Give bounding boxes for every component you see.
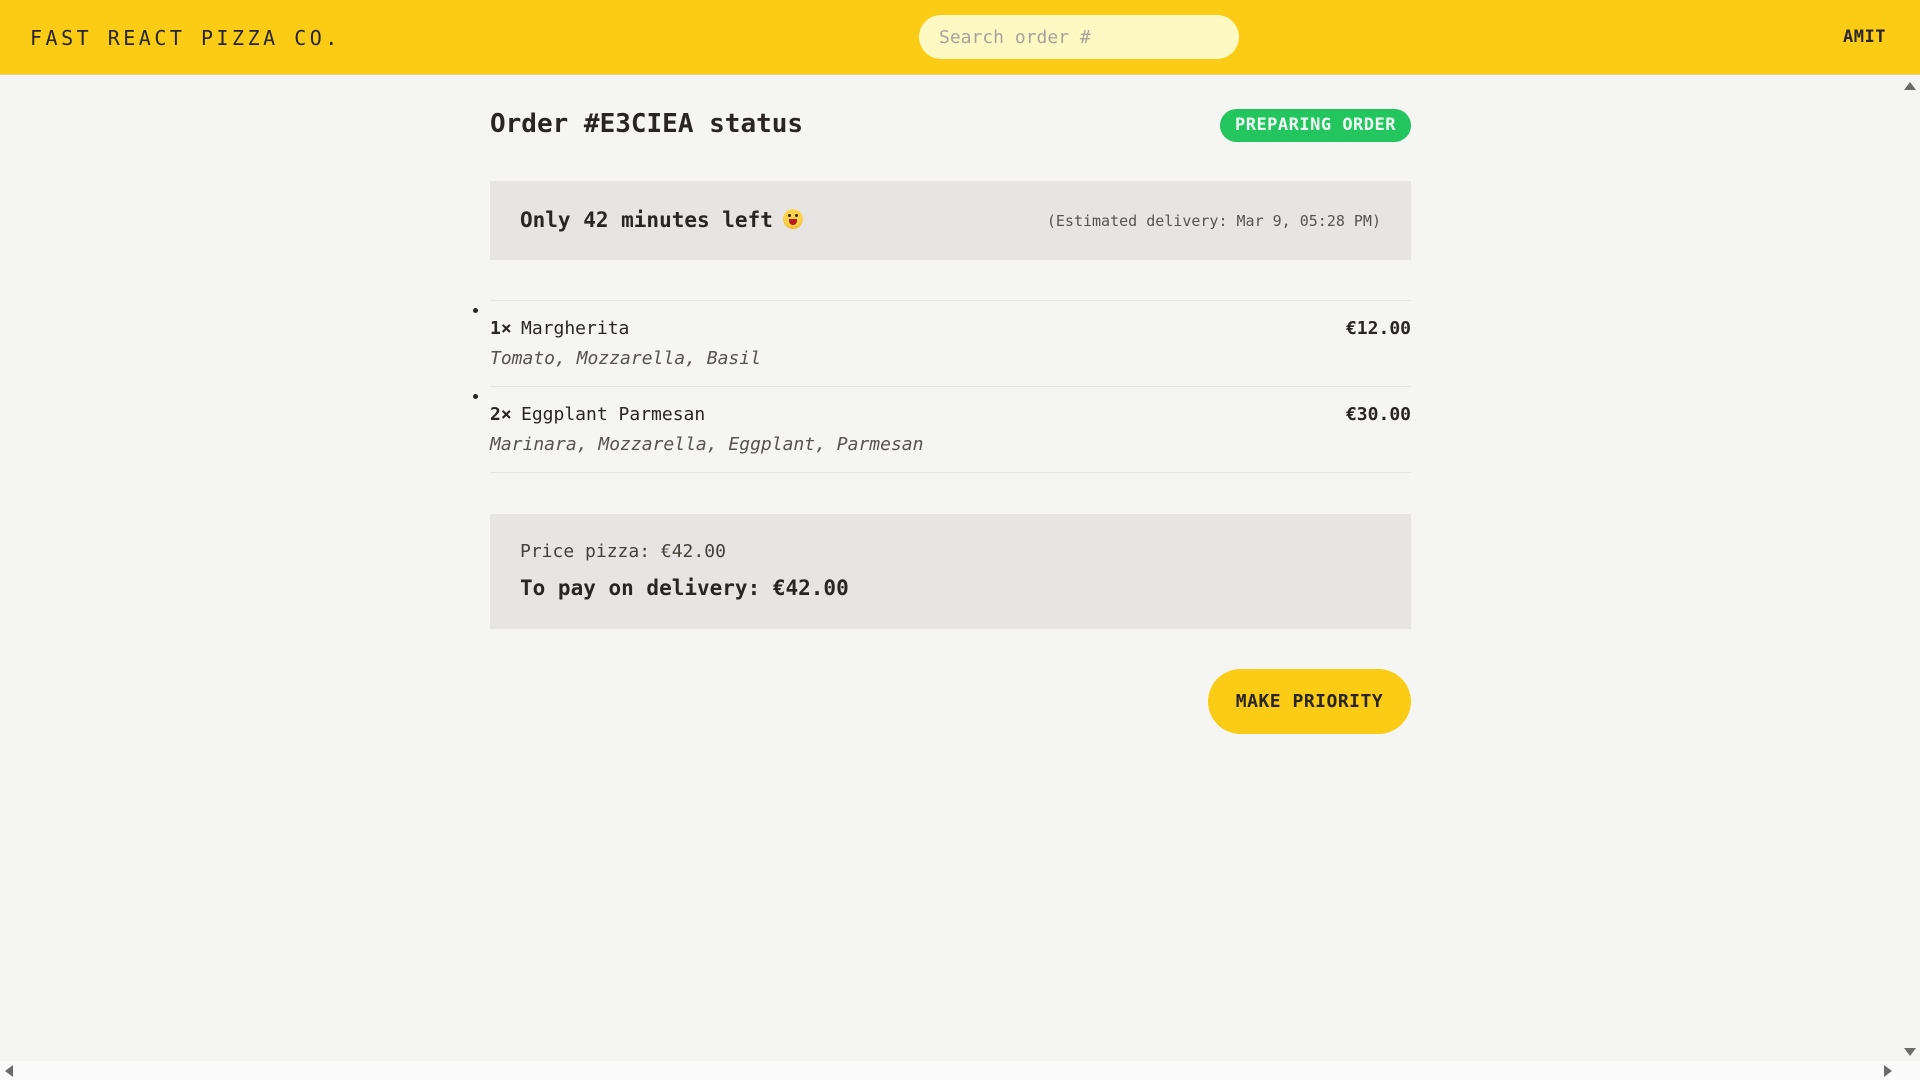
delivery-time-box: Only 42 minutes left (Estimated delivery… bbox=[490, 181, 1411, 260]
horizontal-scrollbar[interactable] bbox=[0, 1061, 1920, 1080]
app-logo[interactable]: FAST REACT PIZZA CO. bbox=[30, 26, 341, 50]
app-header: FAST REACT PIZZA CO. AMIT bbox=[0, 0, 1920, 75]
time-left-label: Only 42 minutes left bbox=[520, 208, 773, 232]
order-title-row: Order #E3CIEA status PREPARING ORDER bbox=[490, 109, 1411, 149]
item-name: Margherita bbox=[521, 318, 630, 339]
price-pizza: Price pizza: €42.00 bbox=[520, 541, 726, 562]
scroll-up-arrow-icon[interactable] bbox=[1904, 82, 1916, 90]
face-emoji-icon bbox=[782, 209, 803, 229]
item-price: €12.00 bbox=[1345, 318, 1411, 339]
username: AMIT bbox=[1843, 27, 1886, 47]
status-badge: PREPARING ORDER bbox=[1219, 109, 1411, 142]
item-quantity: 2× bbox=[490, 404, 512, 425]
list-item: 1× Margherita €12.00 Tomato, Mozzarella,… bbox=[490, 301, 1411, 387]
vertical-scrollbar[interactable] bbox=[1900, 75, 1920, 1061]
scroll-left-arrow-icon[interactable] bbox=[5, 1065, 13, 1077]
order-items-list: 1× Margherita €12.00 Tomato, Mozzarella,… bbox=[490, 300, 1411, 473]
make-priority-button[interactable]: MAKE PRIORITY bbox=[1208, 669, 1411, 734]
item-ingredients: Tomato, Mozzarella, Basil bbox=[490, 348, 761, 369]
order-title: Order #E3CIEA status bbox=[490, 109, 804, 139]
search-order-input[interactable] bbox=[919, 15, 1239, 59]
estimated-delivery: (Estimated delivery: Mar 9, 05:28 PM) bbox=[1046, 212, 1381, 230]
price-summary: Price pizza: €42.00 To pay on delivery: … bbox=[490, 514, 1411, 629]
item-price: €30.00 bbox=[1345, 404, 1411, 425]
item-name: Eggplant Parmesan bbox=[521, 404, 706, 425]
scroll-right-arrow-icon[interactable] bbox=[1884, 1065, 1892, 1077]
list-item: 2× Eggplant Parmesan €30.00 Marinara, Mo… bbox=[490, 387, 1411, 473]
to-pay-on-delivery: To pay on delivery: €42.00 bbox=[520, 576, 849, 600]
time-left-text: Only 42 minutes left bbox=[520, 208, 803, 232]
item-quantity: 1× bbox=[490, 318, 512, 339]
item-ingredients: Marinara, Mozzarella, Eggplant, Parmesan bbox=[490, 434, 924, 455]
scroll-down-arrow-icon[interactable] bbox=[1904, 1048, 1916, 1056]
